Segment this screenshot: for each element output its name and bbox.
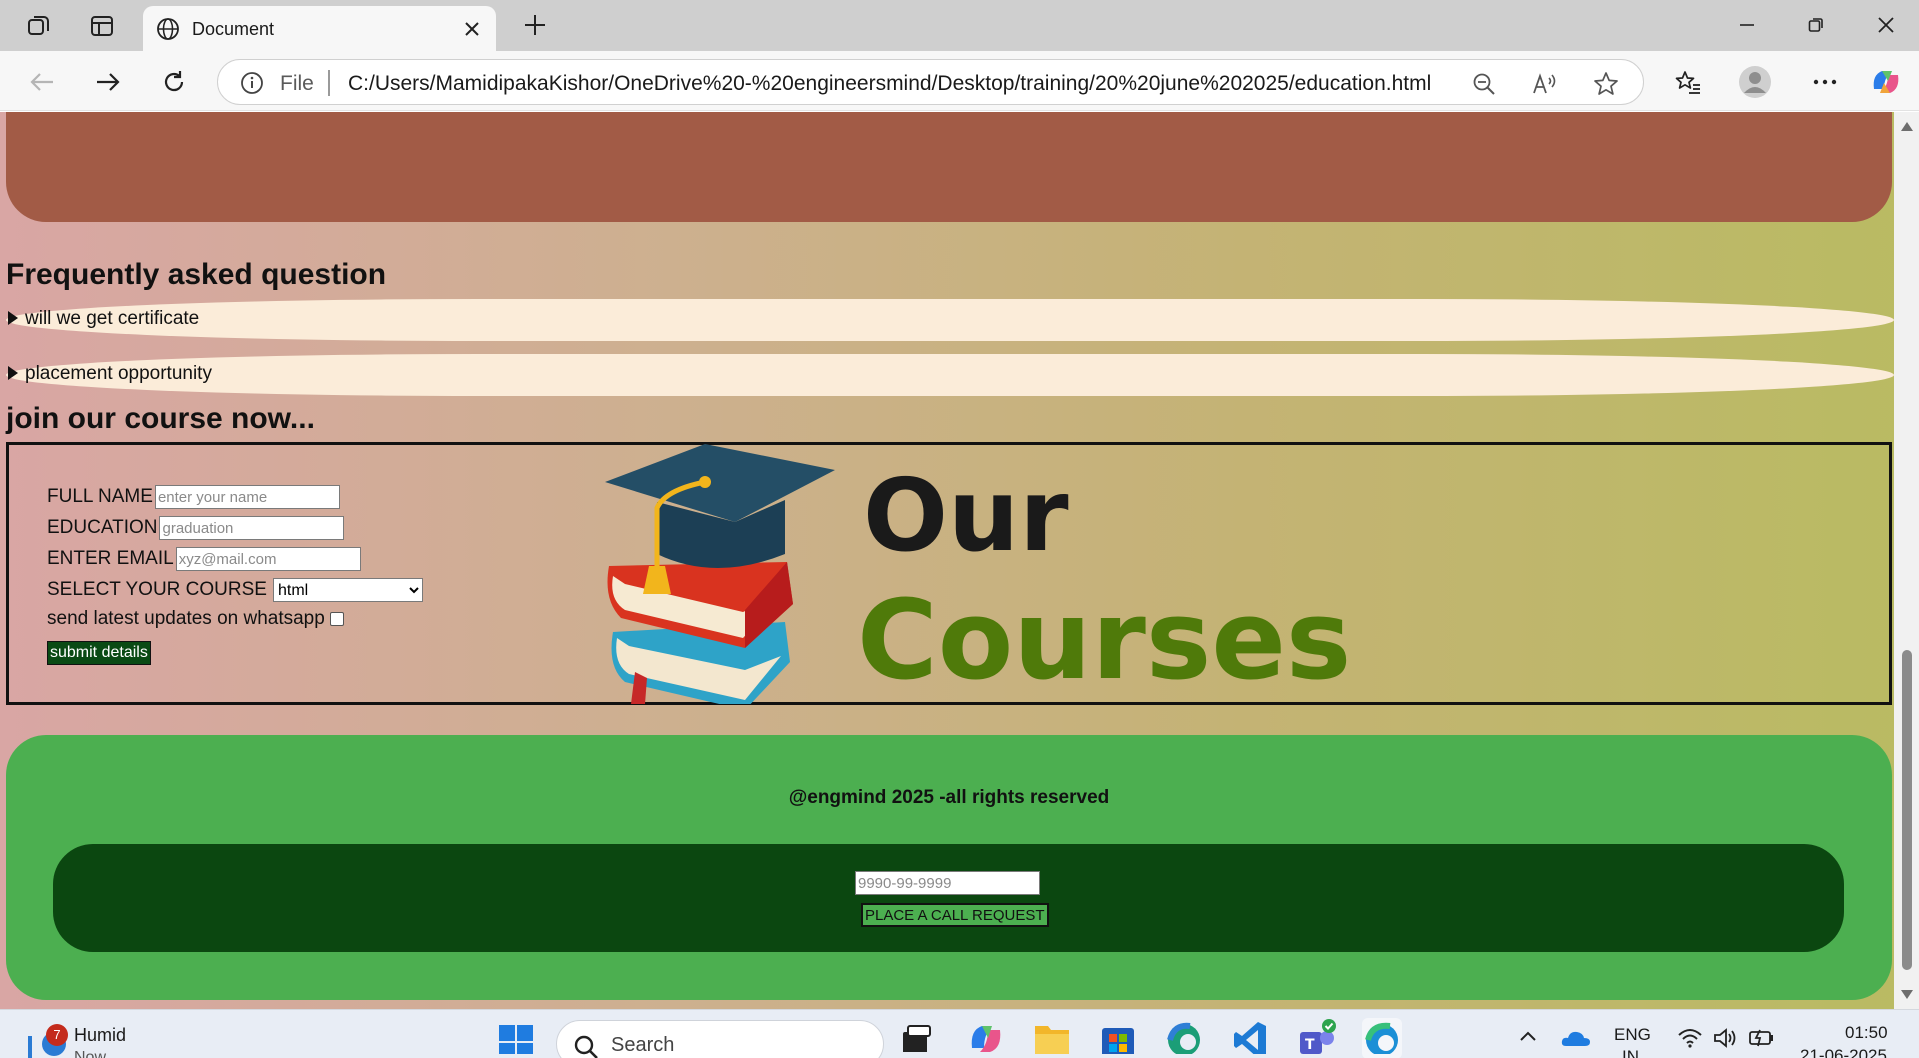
whatsapp-label: send latest updates on whatsapp [47, 608, 325, 629]
faq-question: placement opportunity [25, 363, 212, 384]
education-label: EDUCATION [47, 517, 158, 538]
tray-overflow-chevron-icon[interactable] [1508, 1018, 1548, 1058]
vertical-tabs-icon[interactable] [88, 12, 116, 40]
whatsapp-row: send latest updates on whatsapp [47, 608, 344, 630]
copilot-app-icon[interactable] [966, 1018, 1006, 1058]
teams-icon[interactable]: T [1296, 1018, 1336, 1058]
browser-tab-strip: Document [0, 0, 1919, 51]
start-icon[interactable] [496, 1018, 536, 1058]
course-label: SELECT YOUR COURSE [47, 579, 267, 600]
education-row: EDUCATION [47, 516, 345, 540]
read-aloud-icon[interactable] [1531, 70, 1559, 98]
education-input[interactable] [159, 516, 345, 540]
more-options-icon[interactable] [1808, 65, 1842, 99]
full-name-input[interactable] [154, 485, 340, 509]
disclosure-triangle-icon [8, 366, 18, 380]
logo-line2: Courses [857, 576, 1351, 704]
taskbar-search[interactable]: Search [556, 1020, 884, 1058]
language-line2[interactable]: IN [1622, 1047, 1639, 1058]
join-title: join our course now... [6, 402, 315, 435]
vscode-icon[interactable] [1230, 1018, 1270, 1058]
language-line1[interactable]: ENG [1614, 1025, 1651, 1045]
faq-question: will we get certificate [25, 308, 200, 329]
onedrive-icon[interactable] [1556, 1018, 1596, 1058]
search-icon [574, 1035, 598, 1058]
clock-time[interactable]: 01:50 [1845, 1023, 1888, 1043]
scroll-up-arrow-icon[interactable] [1901, 122, 1913, 131]
email-row: ENTER EMAIL [47, 547, 361, 571]
disclosure-triangle-icon [8, 311, 18, 325]
faq-item[interactable]: will we get certificate [6, 299, 1894, 341]
url-scheme-label: File [280, 72, 314, 95]
full-name-row: FULL NAME [47, 485, 340, 509]
call-request-box: PLACE A CALL REQUEST [53, 844, 1844, 952]
weather-subtitle: Now [74, 1049, 107, 1058]
faq-title: Frequently asked question [6, 258, 387, 291]
email-label: ENTER EMAIL [47, 548, 174, 569]
close-tab-icon[interactable] [458, 15, 486, 43]
phone-input[interactable] [855, 871, 1040, 895]
forward-icon[interactable] [91, 65, 125, 99]
our-courses-logo: Our Courses [605, 444, 1351, 704]
battery-icon[interactable] [1742, 1018, 1782, 1058]
call-request-button[interactable]: PLACE A CALL REQUEST [861, 903, 1049, 927]
scrollbar-thumb[interactable] [1902, 650, 1912, 970]
browser-toolbar: File C:/Users/MamidipakaKishor/OneDrive%… [0, 51, 1919, 111]
edge-browser-icon[interactable] [1362, 1018, 1402, 1058]
search-label: Search [611, 1034, 675, 1056]
url-text[interactable]: C:/Users/MamidipakaKishor/OneDrive%20-%2… [348, 72, 1431, 96]
faq-item[interactable]: placement opportunity [6, 354, 1894, 396]
edge-dev-icon[interactable] [1164, 1018, 1204, 1058]
books-icon [607, 562, 793, 704]
restore-icon[interactable] [1796, 10, 1836, 40]
wifi-icon[interactable] [1670, 1018, 1710, 1058]
scroll-down-arrow-icon[interactable] [1901, 990, 1913, 999]
back-icon[interactable] [25, 65, 59, 99]
svg-text:T: T [1305, 1037, 1315, 1053]
weather-widget[interactable]: 7 Humid Now [24, 1016, 164, 1058]
reload-icon[interactable] [157, 65, 191, 99]
full-name-label: FULL NAME [47, 486, 153, 507]
page-scrollbar[interactable] [1894, 112, 1919, 1009]
tab-document[interactable]: Document [143, 6, 496, 51]
store-icon[interactable] [1098, 1018, 1138, 1058]
workspaces-icon[interactable] [25, 12, 53, 40]
omnibox-divider [328, 70, 330, 96]
clock-date[interactable]: 21-06-2025 [1800, 1046, 1887, 1058]
notification-badge: 7 [46, 1024, 68, 1046]
close-window-icon[interactable] [1866, 10, 1906, 40]
copilot-icon[interactable] [1869, 65, 1903, 99]
new-tab-icon[interactable] [520, 10, 550, 40]
course-select[interactable]: html [272, 578, 423, 602]
footer: @engmind 2025 -all rights reserved PLACE… [6, 735, 1892, 1000]
volume-icon[interactable] [1706, 1018, 1746, 1058]
logo-line1: Our [863, 457, 1069, 574]
info-icon[interactable] [240, 71, 264, 95]
submit-details-button[interactable]: submit details [47, 641, 151, 665]
footer-copyright: @engmind 2025 -all rights reserved [788, 787, 1110, 808]
join-form-container: FULL NAME EDUCATION ENTER EMAIL SELECT Y… [6, 442, 1892, 705]
globe-icon [153, 14, 183, 44]
tab-title: Document [192, 19, 275, 39]
zoom-out-icon[interactable] [1470, 70, 1498, 98]
header-section-bottom [6, 112, 1892, 222]
windows-taskbar: 7 Humid Now Search T ENG IN 01:50 21-06-… [0, 1009, 1919, 1058]
favorites-icon[interactable] [1671, 65, 1705, 99]
page-viewport: Frequently asked question will we get ce… [0, 112, 1919, 1009]
course-row: SELECT YOUR COURSE html [47, 578, 423, 602]
profile-avatar[interactable] [1738, 65, 1772, 99]
task-view-icon[interactable] [896, 1018, 936, 1058]
file-explorer-icon[interactable] [1032, 1018, 1072, 1058]
weather-title: Humid [74, 1025, 127, 1045]
whatsapp-checkbox[interactable] [329, 612, 344, 626]
minimize-icon[interactable] [1727, 10, 1767, 40]
favorite-star-icon[interactable] [1592, 70, 1620, 98]
address-bar[interactable]: File C:/Users/MamidipakaKishor/OneDrive%… [217, 59, 1644, 105]
email-input[interactable] [175, 547, 361, 571]
